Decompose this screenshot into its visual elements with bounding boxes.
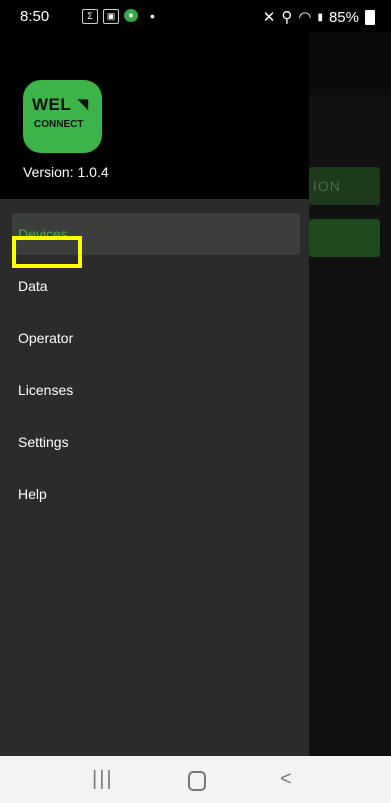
nav-item-data[interactable]: Data [12, 265, 300, 307]
sigma-icon: Σ [82, 9, 98, 24]
wel-connect-logo: WEL ◥ CONNECT [23, 80, 102, 153]
nav-item-label: Operator [18, 330, 74, 346]
notification-icons: Σ ▣ ● [82, 9, 138, 24]
system-navigation-bar: ||| < [0, 756, 391, 803]
nav-item-licenses[interactable]: Licenses [12, 369, 300, 411]
logo-text-wel: WEL [32, 95, 72, 114]
nav-item-label: Help [18, 486, 47, 502]
app-icon: ● [124, 9, 138, 22]
nav-item-settings[interactable]: Settings [12, 421, 300, 463]
highlight-box [12, 236, 82, 268]
nav-item-help[interactable]: Help [12, 473, 300, 515]
status-bar: 8:50 Σ ▣ ● • ✕ ⚲ ◠ ▮ 85% [0, 0, 391, 32]
drawer-header: WEL ◥ CONNECT Version: 1.0.4 [0, 32, 309, 199]
back-button[interactable]: < [280, 768, 292, 791]
image-icon: ▣ [103, 9, 119, 24]
battery-icon [365, 9, 375, 25]
location-icon: ⚲ [281, 9, 293, 26]
app-version: Version: 1.0.4 [23, 164, 109, 180]
status-dot: • [150, 8, 155, 24]
status-time: 8:50 [20, 8, 50, 25]
nav-item-label: Settings [18, 434, 69, 450]
nav-item-label: Data [18, 278, 48, 294]
nav-item-label: Licenses [18, 382, 74, 398]
status-right: ✕ ⚲ ◠ ▮ 85% [263, 8, 375, 26]
signal-logo-icon: ◥ [78, 96, 88, 111]
home-button[interactable] [188, 771, 206, 791]
recents-button[interactable]: ||| [92, 768, 114, 791]
mute-icon: ✕ [262, 9, 276, 26]
battery-percent: 85% [328, 8, 359, 26]
navigation-drawer: WEL ◥ CONNECT Version: 1.0.4 Devices Dat… [0, 32, 309, 756]
logo-text-connect: CONNECT [34, 119, 84, 130]
signal-icon: ▮ [317, 11, 323, 23]
background-button: ION [309, 167, 380, 205]
nav-item-operator[interactable]: Operator [12, 317, 300, 359]
wifi-icon: ◠ [298, 9, 312, 26]
background-button-2 [309, 219, 380, 257]
